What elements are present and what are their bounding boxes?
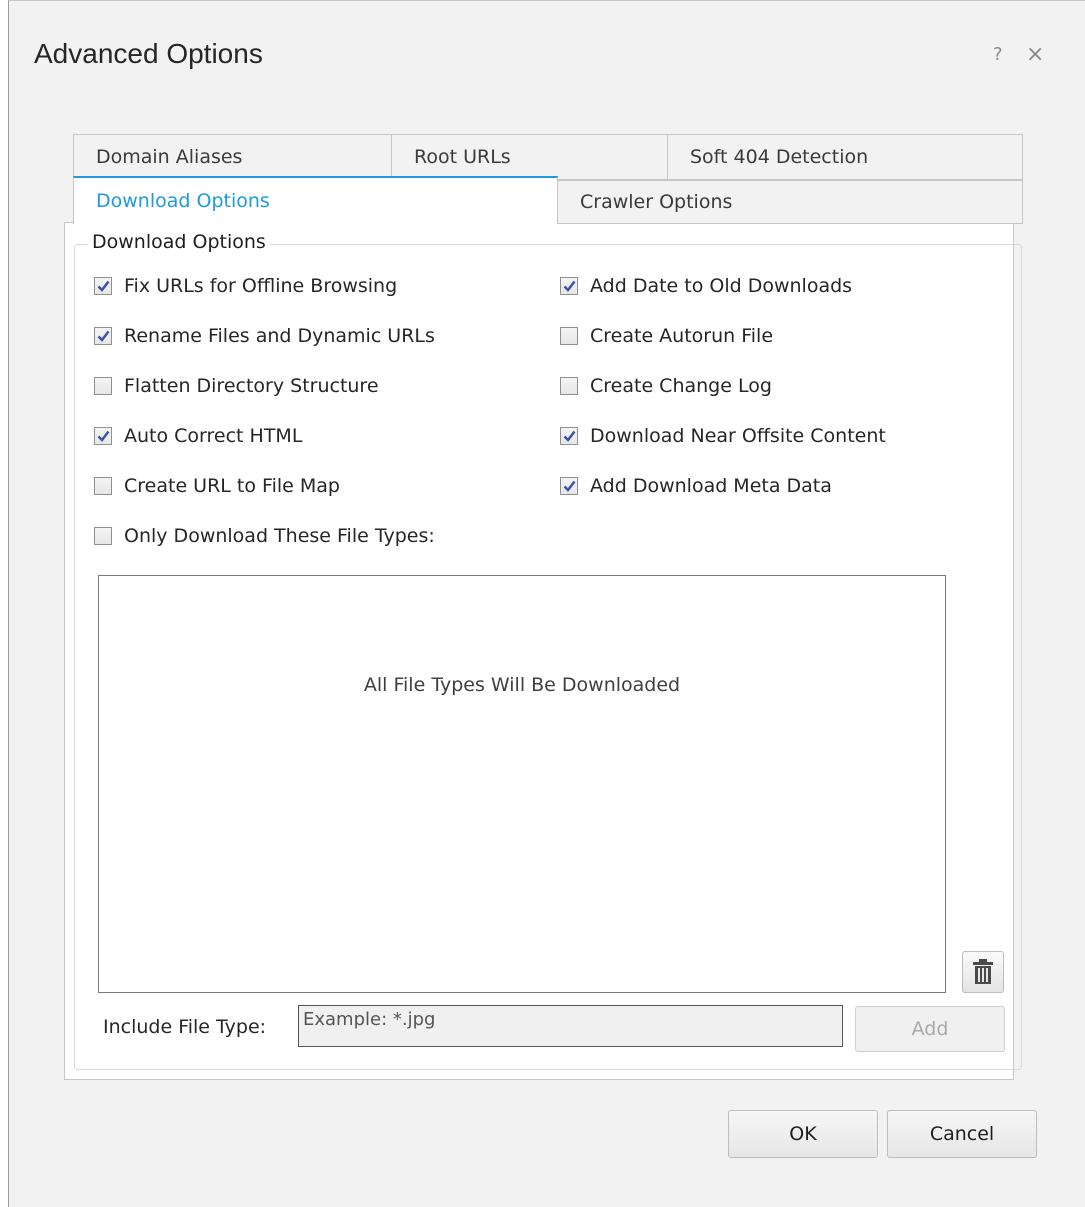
option-add-date-old-downloads[interactable]: Add Date to Old Downloads (560, 274, 852, 298)
option-create-change-log[interactable]: Create Change Log (560, 374, 772, 398)
option-fix-urls-offline[interactable]: Fix URLs for Offline Browsing (94, 274, 397, 298)
option-label: Only Download These File Types: (124, 525, 435, 547)
option-label: Download Near Offsite Content (590, 425, 886, 447)
checkmark-icon (97, 280, 109, 292)
checkmark-icon (563, 480, 575, 492)
checkmark-icon (97, 330, 109, 342)
option-rename-files[interactable]: Rename Files and Dynamic URLs (94, 324, 435, 348)
help-button[interactable]: ? (993, 44, 1003, 65)
checkbox[interactable] (94, 277, 112, 295)
option-flatten-directory[interactable]: Flatten Directory Structure (94, 374, 379, 398)
dialog-title: Advanced Options (34, 38, 263, 69)
option-label: Flatten Directory Structure (124, 375, 379, 397)
option-only-download-types[interactable]: Only Download These File Types: (94, 524, 435, 548)
cancel-button[interactable]: Cancel (887, 1110, 1037, 1158)
checkbox[interactable] (560, 277, 578, 295)
checkbox[interactable] (94, 427, 112, 445)
empty-list-message: All File Types Will Be Downloaded (363, 674, 681, 696)
option-label: Rename Files and Dynamic URLs (124, 325, 435, 347)
tab-label: Soft 404 Detection (690, 146, 869, 168)
option-label: Create Change Log (590, 375, 772, 397)
option-auto-correct-html[interactable]: Auto Correct HTML (94, 424, 302, 448)
close-button[interactable]: × (1026, 42, 1044, 67)
add-file-type-button[interactable]: Add (855, 1006, 1005, 1052)
tab-label: Download Options (96, 190, 270, 212)
checkbox[interactable] (94, 527, 112, 545)
option-label: Add Download Meta Data (590, 475, 832, 497)
tab-label: Root URLs (414, 146, 511, 168)
option-add-download-meta[interactable]: Add Download Meta Data (560, 474, 832, 498)
option-label: Create Autorun File (590, 325, 774, 347)
checkmark-icon (563, 430, 575, 442)
checkmark-icon (563, 280, 575, 292)
tab-label: Domain Aliases (96, 146, 243, 168)
checkbox[interactable] (560, 327, 578, 345)
checkbox[interactable] (94, 377, 112, 395)
include-file-type-input[interactable] (298, 1005, 843, 1047)
option-create-autorun[interactable]: Create Autorun File (560, 324, 773, 348)
tab-crawler-options[interactable]: Crawler Options (557, 180, 1023, 224)
file-type-list[interactable]: All File Types Will Be Downloaded (98, 575, 946, 993)
option-download-near-offsite[interactable]: Download Near Offsite Content (560, 424, 886, 448)
checkbox[interactable] (560, 477, 578, 495)
option-label: Auto Correct HTML (124, 425, 303, 447)
checkbox[interactable] (560, 377, 578, 395)
tab-download-options[interactable]: Download Options (73, 176, 558, 224)
option-label: Add Date to Old Downloads (590, 275, 853, 297)
ok-button[interactable]: OK (728, 1110, 878, 1158)
tab-soft-404-detection[interactable]: Soft 404 Detection (667, 134, 1023, 180)
trash-icon (973, 959, 993, 984)
checkbox[interactable] (560, 427, 578, 445)
option-label: Create URL to File Map (124, 475, 340, 497)
checkbox[interactable] (94, 327, 112, 345)
option-create-url-map[interactable]: Create URL to File Map (94, 474, 340, 498)
include-file-type-label: Include File Type: (103, 1016, 267, 1038)
tab-label: Crawler Options (580, 191, 733, 213)
checkmark-icon (97, 430, 109, 442)
checkbox[interactable] (94, 477, 112, 495)
tab-root-urls[interactable]: Root URLs (391, 134, 668, 180)
option-label: Fix URLs for Offline Browsing (124, 275, 398, 297)
tab-domain-aliases[interactable]: Domain Aliases (73, 134, 392, 180)
delete-file-type-button[interactable] (962, 951, 1004, 993)
group-title: Download Options (88, 231, 270, 253)
